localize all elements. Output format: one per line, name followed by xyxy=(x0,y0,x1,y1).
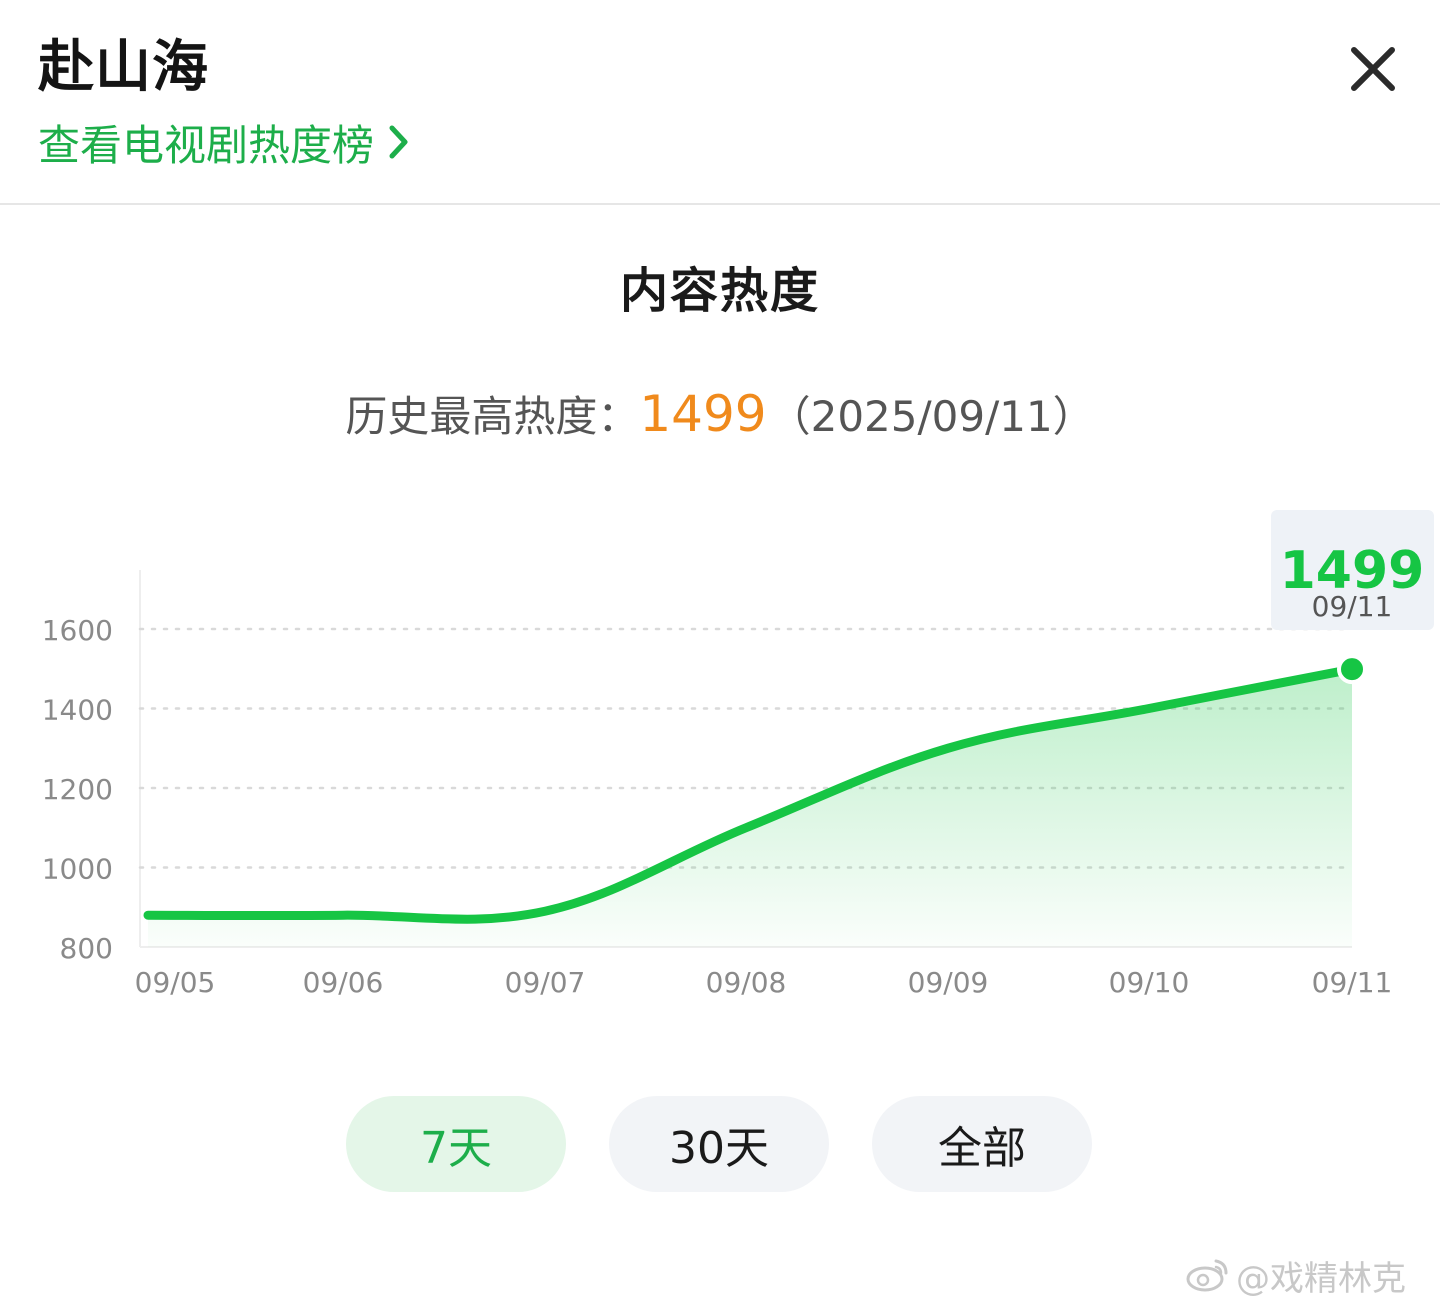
tab-7-days[interactable]: 7天 xyxy=(346,1096,566,1192)
page-title: 赴山海 xyxy=(38,35,209,100)
weibo-logo-icon xyxy=(1186,1259,1228,1292)
record-value: 1499 xyxy=(639,385,767,443)
watermark: @戏精林克 xyxy=(1186,1252,1406,1299)
record-label: 历史最高热度： xyxy=(345,392,640,441)
y-tick-label: 1400 xyxy=(42,694,113,727)
x-tick-label: 09/05 xyxy=(135,966,216,999)
y-tick-label: 1200 xyxy=(42,773,113,806)
chevron-right-icon xyxy=(389,125,408,159)
section-title: 内容热度 xyxy=(619,263,820,319)
tooltip-date: 09/11 xyxy=(1312,590,1393,623)
data-point-marker xyxy=(1337,654,1367,685)
series-area xyxy=(148,669,1352,947)
x-tick-label: 09/09 xyxy=(908,966,989,999)
tab-label: 30天 xyxy=(669,1123,769,1174)
y-tick-label: 800 xyxy=(60,932,113,965)
record-line: 历史最高热度：1499（2025/09/11） xyxy=(0,382,1440,449)
x-tick-label: 09/07 xyxy=(505,966,586,999)
y-tick-label: 1000 xyxy=(42,853,113,886)
x-tick-label: 09/10 xyxy=(1109,966,1190,999)
heat-chart: 800 1000 1200 1400 1600 09/05 09/06 09/07 09/08 0… xyxy=(42,510,1434,999)
tab-label: 全部 xyxy=(938,1123,1026,1174)
close-icon[interactable] xyxy=(1342,38,1404,100)
y-tick-label: 1600 xyxy=(42,614,113,647)
range-tabs: 7天 30天 全部 xyxy=(346,1096,1135,1192)
header: 赴山海 查看电视剧热度榜 xyxy=(0,0,1440,205)
tab-30-days[interactable]: 30天 xyxy=(609,1096,829,1192)
x-tick-label: 09/08 xyxy=(706,966,787,999)
x-tick-label: 09/06 xyxy=(303,966,384,999)
tab-label: 7天 xyxy=(420,1123,492,1174)
record-date: （2025/09/11） xyxy=(768,392,1095,441)
tab-all[interactable]: 全部 xyxy=(872,1096,1092,1192)
x-tick-label: 09/11 xyxy=(1312,966,1393,999)
watermark-text: @戏精林克 xyxy=(1236,1258,1406,1299)
rank-link-label: 查看电视剧热度榜 xyxy=(38,120,375,170)
rank-link[interactable]: 查看电视剧热度榜 xyxy=(38,112,410,172)
